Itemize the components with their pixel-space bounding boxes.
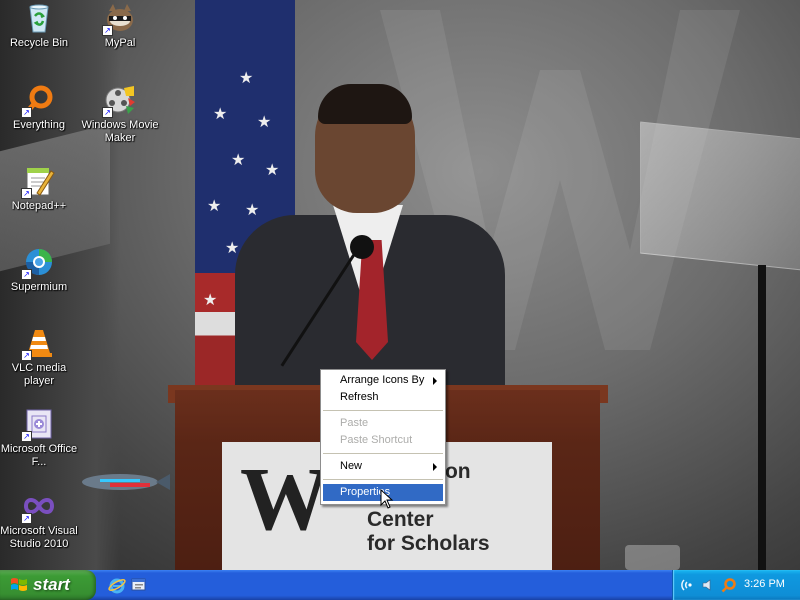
movie-maker-icon: ↗ bbox=[102, 84, 136, 118]
menu-item-paste: Paste bbox=[321, 415, 445, 432]
show-desktop-icon[interactable] bbox=[130, 576, 148, 594]
speaker-hair bbox=[318, 84, 412, 124]
shortcut-arrow-icon: ↗ bbox=[21, 107, 32, 118]
desktop-icon-label: Everything bbox=[13, 119, 65, 131]
everything-search-icon: ↗ bbox=[21, 84, 55, 118]
submenu-arrow-icon bbox=[433, 377, 437, 385]
desktop-icon-label: Notepad++ bbox=[11, 200, 67, 212]
start-button-label: start bbox=[33, 575, 70, 594]
menu-item-refresh[interactable]: Refresh bbox=[321, 389, 445, 406]
volume-icon[interactable] bbox=[701, 577, 717, 593]
desktop-icon-windows-movie-maker[interactable]: ↗ Windows Movie Maker bbox=[80, 84, 160, 145]
menu-item-label: Arrange Icons By bbox=[340, 374, 425, 386]
network-icon[interactable] bbox=[681, 577, 697, 593]
desktop-icon-label: Microsoft Office F... bbox=[0, 443, 78, 468]
supermium-browser-icon: ↗ bbox=[21, 246, 55, 280]
menu-item-label: Paste Shortcut bbox=[340, 434, 413, 446]
recycle-bin-icon bbox=[23, 2, 55, 34]
taskbar: start 3:26 PM bbox=[0, 570, 800, 600]
desktop-icon-label: Windows Movie Maker bbox=[81, 119, 159, 144]
desktop-icon-label: MyPal bbox=[104, 37, 136, 49]
desktop-icon-label: Supermium bbox=[10, 281, 68, 293]
desktop-icon-everything[interactable]: ↗ Everything bbox=[0, 84, 79, 132]
mypal-icon: ↗ bbox=[102, 2, 136, 36]
shortcut-arrow-icon: ↗ bbox=[21, 269, 32, 280]
everything-search-icon[interactable] bbox=[721, 577, 737, 593]
menu-separator bbox=[323, 479, 443, 480]
shortcut-arrow-icon: ↗ bbox=[21, 188, 32, 199]
teleprompter-stand bbox=[758, 265, 766, 570]
desktop-icon-recycle-bin[interactable]: Recycle Bin bbox=[0, 2, 79, 50]
mouse-cursor-icon bbox=[380, 489, 394, 509]
desktop-icon-label: Microsoft Visual Studio 2010 bbox=[0, 525, 78, 550]
internet-explorer-icon[interactable] bbox=[108, 576, 126, 594]
start-button[interactable]: start bbox=[0, 570, 96, 600]
menu-separator bbox=[323, 453, 443, 454]
podium-sign-logo: W bbox=[240, 450, 330, 549]
desktop-icon-label: Recycle Bin bbox=[9, 37, 69, 49]
system-tray: 3:26 PM bbox=[672, 570, 800, 600]
shortcut-arrow-icon: ↗ bbox=[102, 107, 113, 118]
taskbar-clock[interactable]: 3:26 PM bbox=[744, 578, 785, 590]
menu-item-new[interactable]: New bbox=[321, 458, 445, 475]
desktop-icon-vlc-media-player[interactable]: ↗ VLC media player bbox=[0, 327, 79, 388]
windows-logo-icon bbox=[11, 578, 27, 591]
menu-item-paste-shortcut: Paste Shortcut bbox=[321, 432, 445, 449]
shortcut-arrow-icon: ↗ bbox=[102, 25, 113, 36]
vlc-cone-icon: ↗ bbox=[21, 327, 55, 361]
desktop-icon-supermium[interactable]: ↗ Supermium bbox=[0, 246, 79, 294]
menu-separator bbox=[323, 410, 443, 411]
desktop-icon-notepad-plus-plus[interactable]: ↗ Notepad++ bbox=[0, 165, 79, 213]
desktop-icon-mypal[interactable]: ↗ MyPal bbox=[80, 2, 160, 50]
neon-fish bbox=[82, 474, 170, 490]
menu-item-label: Refresh bbox=[340, 391, 379, 403]
notepad-plus-plus-icon: ↗ bbox=[21, 165, 55, 199]
desktop-icon-visual-studio-2010[interactable]: ↗ Microsoft Visual Studio 2010 bbox=[0, 490, 79, 551]
water-glass bbox=[625, 545, 680, 570]
teleprompter-right bbox=[640, 121, 800, 271]
submenu-arrow-icon bbox=[433, 463, 437, 471]
desktop-icon-microsoft-office[interactable]: ↗ Microsoft Office F... bbox=[0, 408, 79, 469]
menu-item-label: New bbox=[340, 460, 363, 472]
visual-studio-icon: ↗ bbox=[21, 490, 55, 524]
menu-item-arrange-icons-by[interactable]: Arrange Icons By bbox=[321, 372, 445, 389]
desktop-context-menu: Arrange Icons By Refresh Paste Paste Sho… bbox=[320, 369, 446, 505]
shortcut-arrow-icon: ↗ bbox=[21, 513, 32, 524]
desktop-icon-label: VLC media player bbox=[11, 362, 67, 387]
shortcut-arrow-icon: ↗ bbox=[21, 350, 32, 361]
office-document-icon: ↗ bbox=[21, 408, 55, 442]
menu-item-label: Paste bbox=[340, 417, 369, 429]
shortcut-arrow-icon: ↗ bbox=[21, 431, 32, 442]
